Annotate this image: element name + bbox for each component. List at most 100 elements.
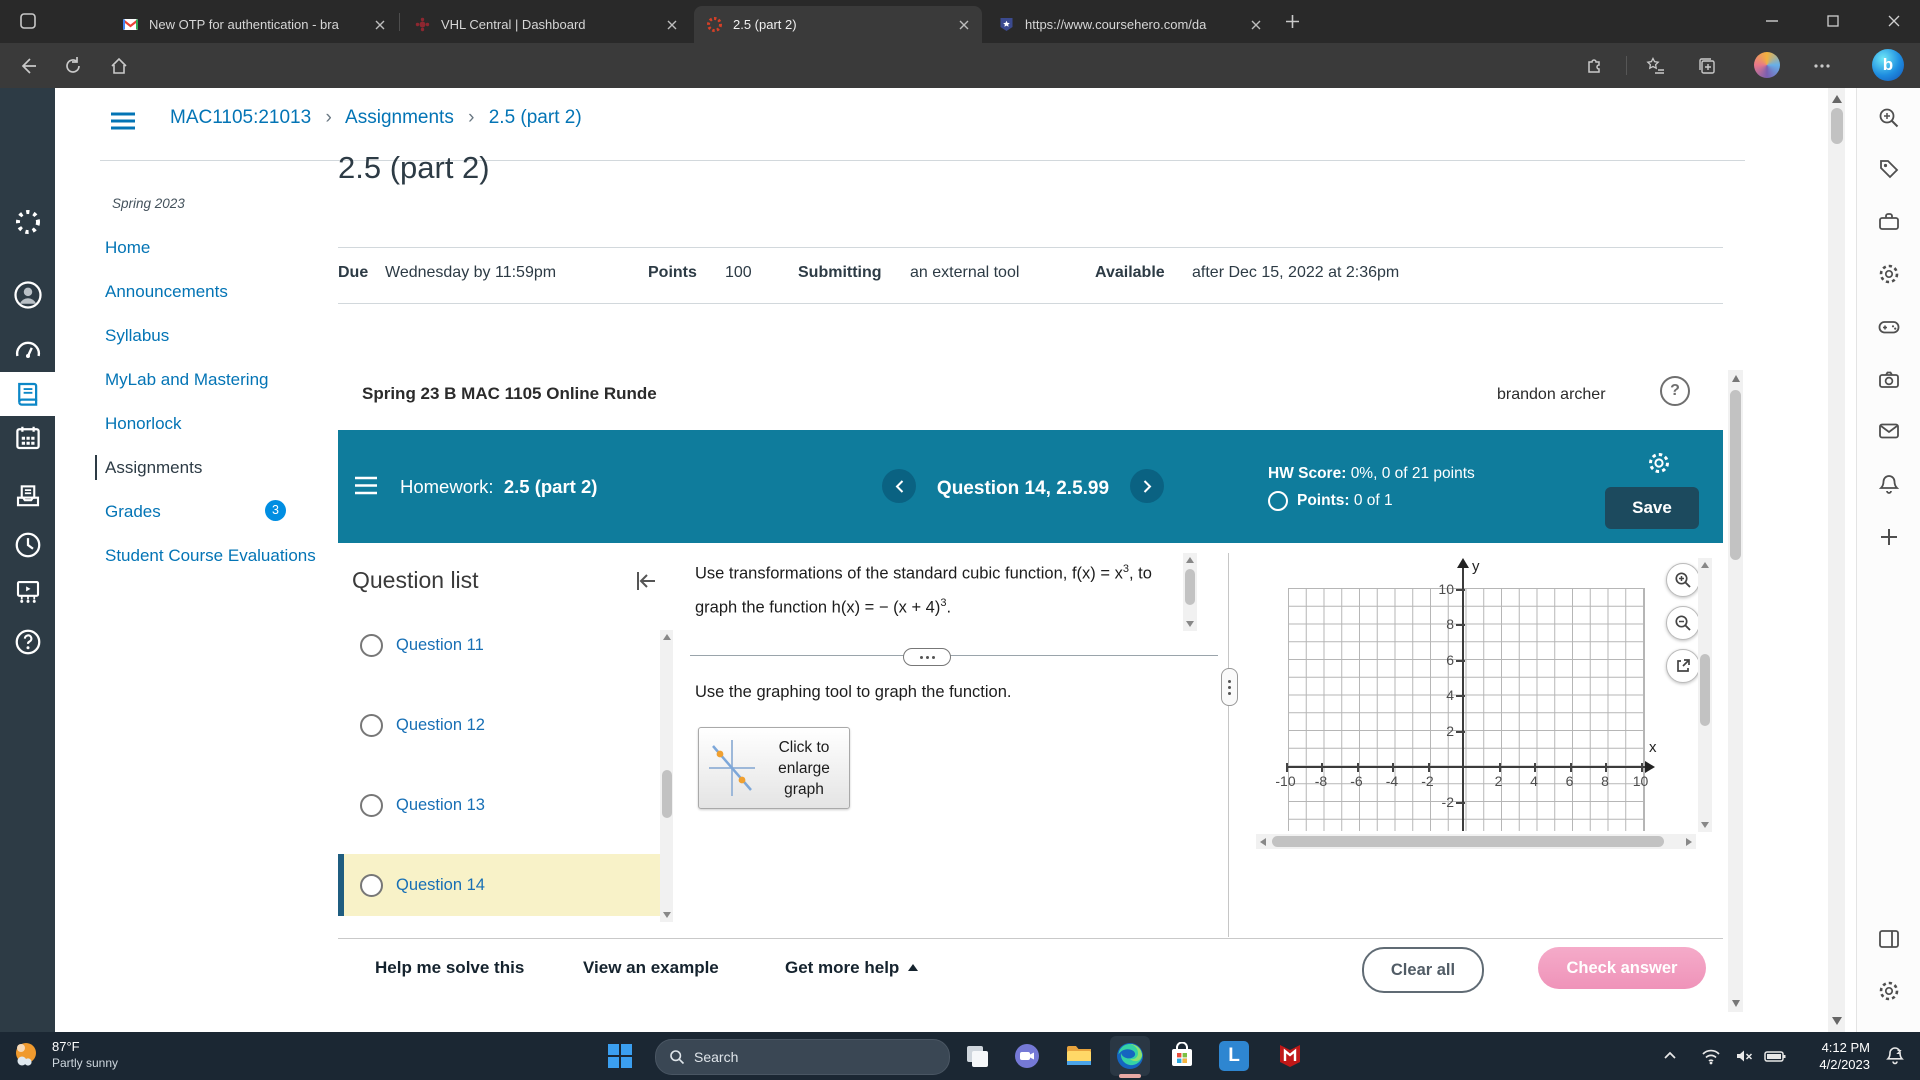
scroll-down-arrow-icon[interactable] (1186, 621, 1194, 627)
question-list-scrollbar[interactable] (660, 630, 673, 922)
course-nav-assignments-active[interactable]: Assignments (95, 455, 320, 480)
scroll-left-arrow-icon[interactable] (1260, 837, 1266, 846)
splitter-drag-handle[interactable] (903, 648, 951, 666)
scroll-up-arrow-icon[interactable] (1701, 562, 1709, 568)
graph-horizontal-scrollbar[interactable] (1256, 834, 1696, 849)
question-list-item[interactable]: Question 12 (338, 694, 660, 756)
file-explorer-icon[interactable] (1064, 1041, 1094, 1071)
course-nav-grades[interactable]: Grades 3 (105, 499, 320, 524)
microsoft-store-icon[interactable] (1167, 1041, 1197, 1071)
course-nav-honorlock[interactable]: Honorlock (105, 411, 320, 436)
mylab-scrollbar[interactable] (1728, 370, 1743, 1012)
graph-zoom-out-button[interactable] (1666, 606, 1700, 640)
breadcrumb-page[interactable]: 2.5 (part 2) (489, 107, 582, 128)
inbox-icon[interactable] (13, 482, 43, 512)
sidebar-apps-icon[interactable] (1877, 262, 1901, 286)
scroll-down-arrow-icon[interactable] (1832, 1017, 1842, 1025)
scroll-up-arrow-icon[interactable] (1731, 375, 1740, 382)
courses-book-icon[interactable] (13, 379, 43, 409)
graph-expand-button[interactable] (1666, 649, 1700, 683)
question-list-item[interactable]: Question 13 (338, 774, 660, 836)
previous-question-button[interactable] (882, 469, 916, 503)
clock-widget[interactable]: 4:12 PM 4/2/2023 (1792, 1040, 1870, 1073)
breadcrumb-course-link[interactable]: MAC1105:21013 (170, 107, 311, 128)
account-avatar-icon[interactable] (13, 280, 43, 310)
sidebar-notifications-icon[interactable] (1877, 472, 1901, 496)
sidebar-search-icon[interactable] (1877, 106, 1901, 130)
scroll-down-arrow-icon[interactable] (663, 912, 671, 918)
dashboard-gauge-icon[interactable] (13, 336, 43, 366)
graph-plot[interactable]: y x -10 -8 -6 -4 -2 2 4 6 8 10 10 8 6 4 2 -2 (1240, 553, 1724, 855)
mylab-help-icon[interactable]: ? (1660, 376, 1690, 406)
wifi-icon[interactable] (1696, 1041, 1726, 1071)
course-nav-syllabus[interactable]: Syllabus (105, 323, 320, 348)
bing-discover-icon[interactable]: b (1872, 49, 1904, 81)
extensions-puzzle-icon[interactable] (1585, 56, 1605, 76)
browser-tab-vhl[interactable]: VHL Central | Dashboard (402, 6, 690, 43)
question-list-item-active[interactable]: Question 14 (338, 854, 660, 916)
browser-tab-gmail[interactable]: New OTP for authentication - bra (110, 6, 398, 43)
sidebar-games-icon[interactable] (1877, 315, 1901, 339)
graph-zoom-in-button[interactable] (1666, 563, 1700, 597)
canvas-logo-icon[interactable] (13, 207, 43, 237)
tab-close-icon[interactable] (372, 17, 388, 33)
next-question-button[interactable] (1130, 469, 1164, 503)
view-example-button[interactable]: View an example (583, 958, 719, 978)
chat-icon[interactable] (1012, 1041, 1042, 1071)
sidebar-tools-icon[interactable] (1877, 210, 1901, 234)
graph-vertical-scrollbar[interactable] (1698, 558, 1712, 832)
favorites-icon[interactable] (1646, 56, 1666, 76)
save-button[interactable]: Save (1605, 487, 1699, 529)
more-menu-icon[interactable] (1812, 58, 1832, 74)
scrollbar-thumb[interactable] (1700, 654, 1710, 726)
question-scrollbar[interactable] (1183, 553, 1197, 631)
scroll-right-arrow-icon[interactable] (1686, 837, 1692, 846)
question-list-item[interactable]: Question 11 (338, 614, 660, 676)
scroll-up-arrow-icon[interactable] (663, 634, 671, 640)
sidebar-settings-icon[interactable] (1877, 979, 1901, 1003)
check-answer-button[interactable]: Check answer (1538, 947, 1706, 989)
task-view-icon[interactable] (962, 1041, 992, 1071)
edge-browser-icon[interactable] (1115, 1041, 1145, 1071)
help-me-solve-button[interactable]: Help me solve this (375, 958, 524, 978)
volume-muted-icon[interactable] (1729, 1041, 1759, 1071)
start-button[interactable] (605, 1041, 635, 1071)
collapse-question-list-icon[interactable] (634, 569, 658, 593)
get-more-help-button[interactable]: Get more help (785, 958, 919, 978)
course-nav-announcements[interactable]: Announcements (105, 279, 320, 304)
scrollbar-thumb[interactable] (661, 770, 672, 818)
profile-avatar[interactable] (1754, 52, 1780, 78)
sidebar-panel-icon[interactable] (1877, 927, 1901, 951)
homework-menu-hamburger-icon[interactable] (354, 476, 378, 495)
scrollbar-thumb[interactable] (1272, 836, 1664, 847)
history-clock-icon[interactable] (13, 530, 43, 560)
taskbar-search[interactable]: Search (655, 1039, 950, 1075)
window-minimize-button[interactable] (1761, 10, 1783, 32)
sidebar-mail-icon[interactable] (1877, 419, 1901, 443)
app-l-icon[interactable]: L (1219, 1041, 1249, 1071)
course-nav-evaluations[interactable]: Student Course Evaluations (105, 543, 320, 568)
sidebar-add-icon[interactable] (1877, 525, 1901, 549)
scrollbar-thumb[interactable] (1730, 390, 1741, 560)
battery-icon[interactable] (1760, 1041, 1790, 1071)
sidebar-camera-icon[interactable] (1877, 368, 1901, 392)
scroll-up-arrow-icon[interactable] (1832, 95, 1842, 103)
course-nav-home[interactable]: Home (105, 235, 320, 260)
studio-icon[interactable] (13, 577, 43, 607)
scrollbar-thumb[interactable] (1185, 569, 1195, 605)
breadcrumb-assignments-link[interactable]: Assignments (345, 107, 454, 128)
tab-close-icon[interactable] (1248, 17, 1264, 33)
scroll-up-arrow-icon[interactable] (1186, 557, 1194, 563)
course-menu-hamburger-icon[interactable] (110, 111, 136, 131)
scroll-down-arrow-icon[interactable] (1731, 1000, 1740, 1007)
tab-close-icon[interactable] (956, 17, 972, 33)
browser-tab-coursehero[interactable]: https://www.coursehero.com/da (986, 6, 1274, 43)
weather-widget[interactable]: 87°F Partly sunny (10, 1038, 118, 1072)
browser-tab-canvas-active[interactable]: 2.5 (part 2) (694, 6, 982, 43)
tab-workspaces-icon[interactable] (18, 11, 38, 31)
calendar-icon[interactable] (13, 423, 43, 453)
home-icon[interactable] (109, 56, 129, 76)
collections-icon[interactable] (1697, 56, 1717, 76)
page-scrollbar[interactable] (1828, 88, 1845, 1032)
settings-gear-icon[interactable] (1646, 450, 1672, 476)
